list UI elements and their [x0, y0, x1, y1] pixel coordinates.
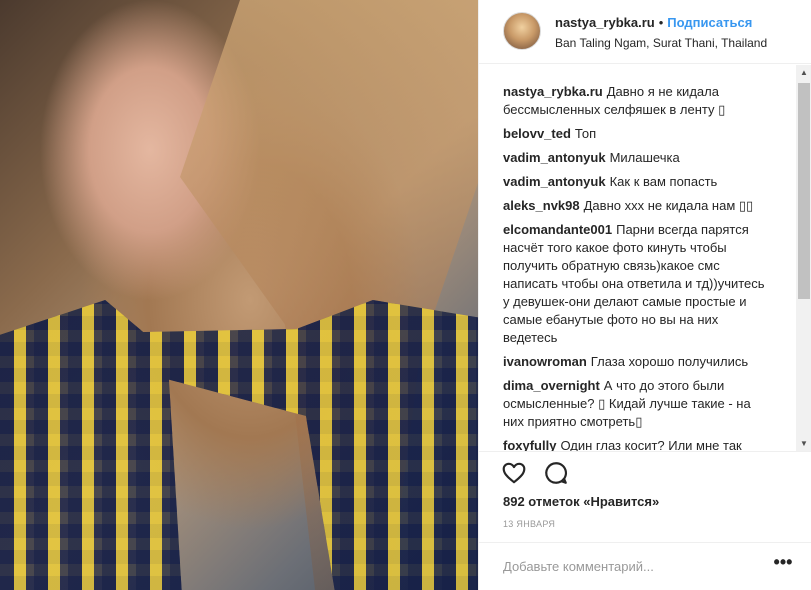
speech-bubble-icon[interactable] [543, 460, 569, 486]
scroll-up-arrow[interactable]: ▲ [796, 65, 811, 81]
avatar[interactable] [503, 12, 541, 50]
post-date[interactable]: 13 ЯНВАРЯ [503, 519, 555, 529]
comment-author[interactable]: dima_overnight [503, 378, 600, 393]
comment-item: aleks_nvk98 Давно xxx не кидала нам ▯▯ [503, 197, 773, 215]
comment-item: elcomandante001 Парни всегда парятся насч… [503, 221, 773, 347]
post-username[interactable]: nastya_rybka.ru [555, 15, 655, 30]
like-count[interactable]: 892 отметок «Нравится» [503, 494, 659, 509]
comment-author[interactable]: ivanowroman [503, 354, 587, 369]
comment-item: dima_overnight А что до этого были осмысл… [503, 377, 773, 431]
comment-text: Как к вам попасть [609, 174, 718, 189]
comment-text: Один глаз косит? Или мне так [560, 438, 742, 452]
post-side-panel: nastya_rybka.ru • Подписаться Ban Taling N… [478, 0, 811, 590]
comment-item: ivanowroman Глаза хорошо получились [503, 353, 773, 371]
comment-text: Топ [574, 126, 597, 141]
comment-author[interactable]: vadim_antonyuk [503, 150, 606, 165]
add-comment-bar: ••• [479, 542, 811, 590]
post-location[interactable]: Ban Taling Ngam, Surat Thani, Thailand [555, 36, 767, 50]
comment-author[interactable]: belovv_ted [503, 126, 571, 141]
header-title-line: nastya_rybka.ru • Подписаться [555, 15, 752, 30]
comment-text: Милашечка [609, 150, 680, 165]
post-photo[interactable] [0, 0, 478, 590]
comments-section[interactable]: nastya_rybka.ru Давно я не кидала бессмыс… [479, 65, 811, 452]
comment-text: Парни всегда парятся насчёт того какое ф… [503, 222, 765, 345]
comment-author[interactable]: foxyfully [503, 438, 556, 451]
comment-author[interactable]: aleks_nvk98 [503, 198, 580, 213]
comment-item: vadim_antonyuk Милашечка [503, 149, 773, 167]
comment-item: nastya_rybka.ru Давно я не кидала бессмыс… [503, 83, 773, 119]
comment-list: nastya_rybka.ru Давно я не кидала бессмыс… [503, 83, 773, 452]
comment-author[interactable]: nastya_rybka.ru [503, 84, 603, 99]
comment-text: Давно xxx не кидала нам ▯▯ [583, 198, 754, 213]
comment-input[interactable] [503, 555, 753, 577]
post-header: nastya_rybka.ru • Подписаться Ban Taling N… [479, 0, 811, 64]
comment-author[interactable]: vadim_antonyuk [503, 174, 606, 189]
scroll-down-arrow[interactable]: ▼ [796, 436, 811, 451]
ellipsis-icon[interactable]: ••• [771, 553, 795, 577]
comment-item: vadim_antonyuk Как к вам попасть [503, 173, 773, 191]
comment-item: belovv_ted Топ [503, 125, 773, 143]
comment-author[interactable]: elcomandante001 [503, 222, 612, 237]
scroll-thumb[interactable] [798, 83, 810, 299]
comment-text: Глаза хорошо получились [590, 354, 749, 369]
follow-button[interactable]: Подписаться [667, 15, 752, 30]
header-separator: • [658, 15, 664, 30]
comments-scrollbar[interactable]: ▲ ▼ [796, 65, 811, 451]
heart-icon[interactable] [501, 460, 527, 486]
comment-item: foxyfully Один глаз косит? Или мне так [503, 437, 773, 452]
photo-shirt-region [0, 300, 478, 590]
